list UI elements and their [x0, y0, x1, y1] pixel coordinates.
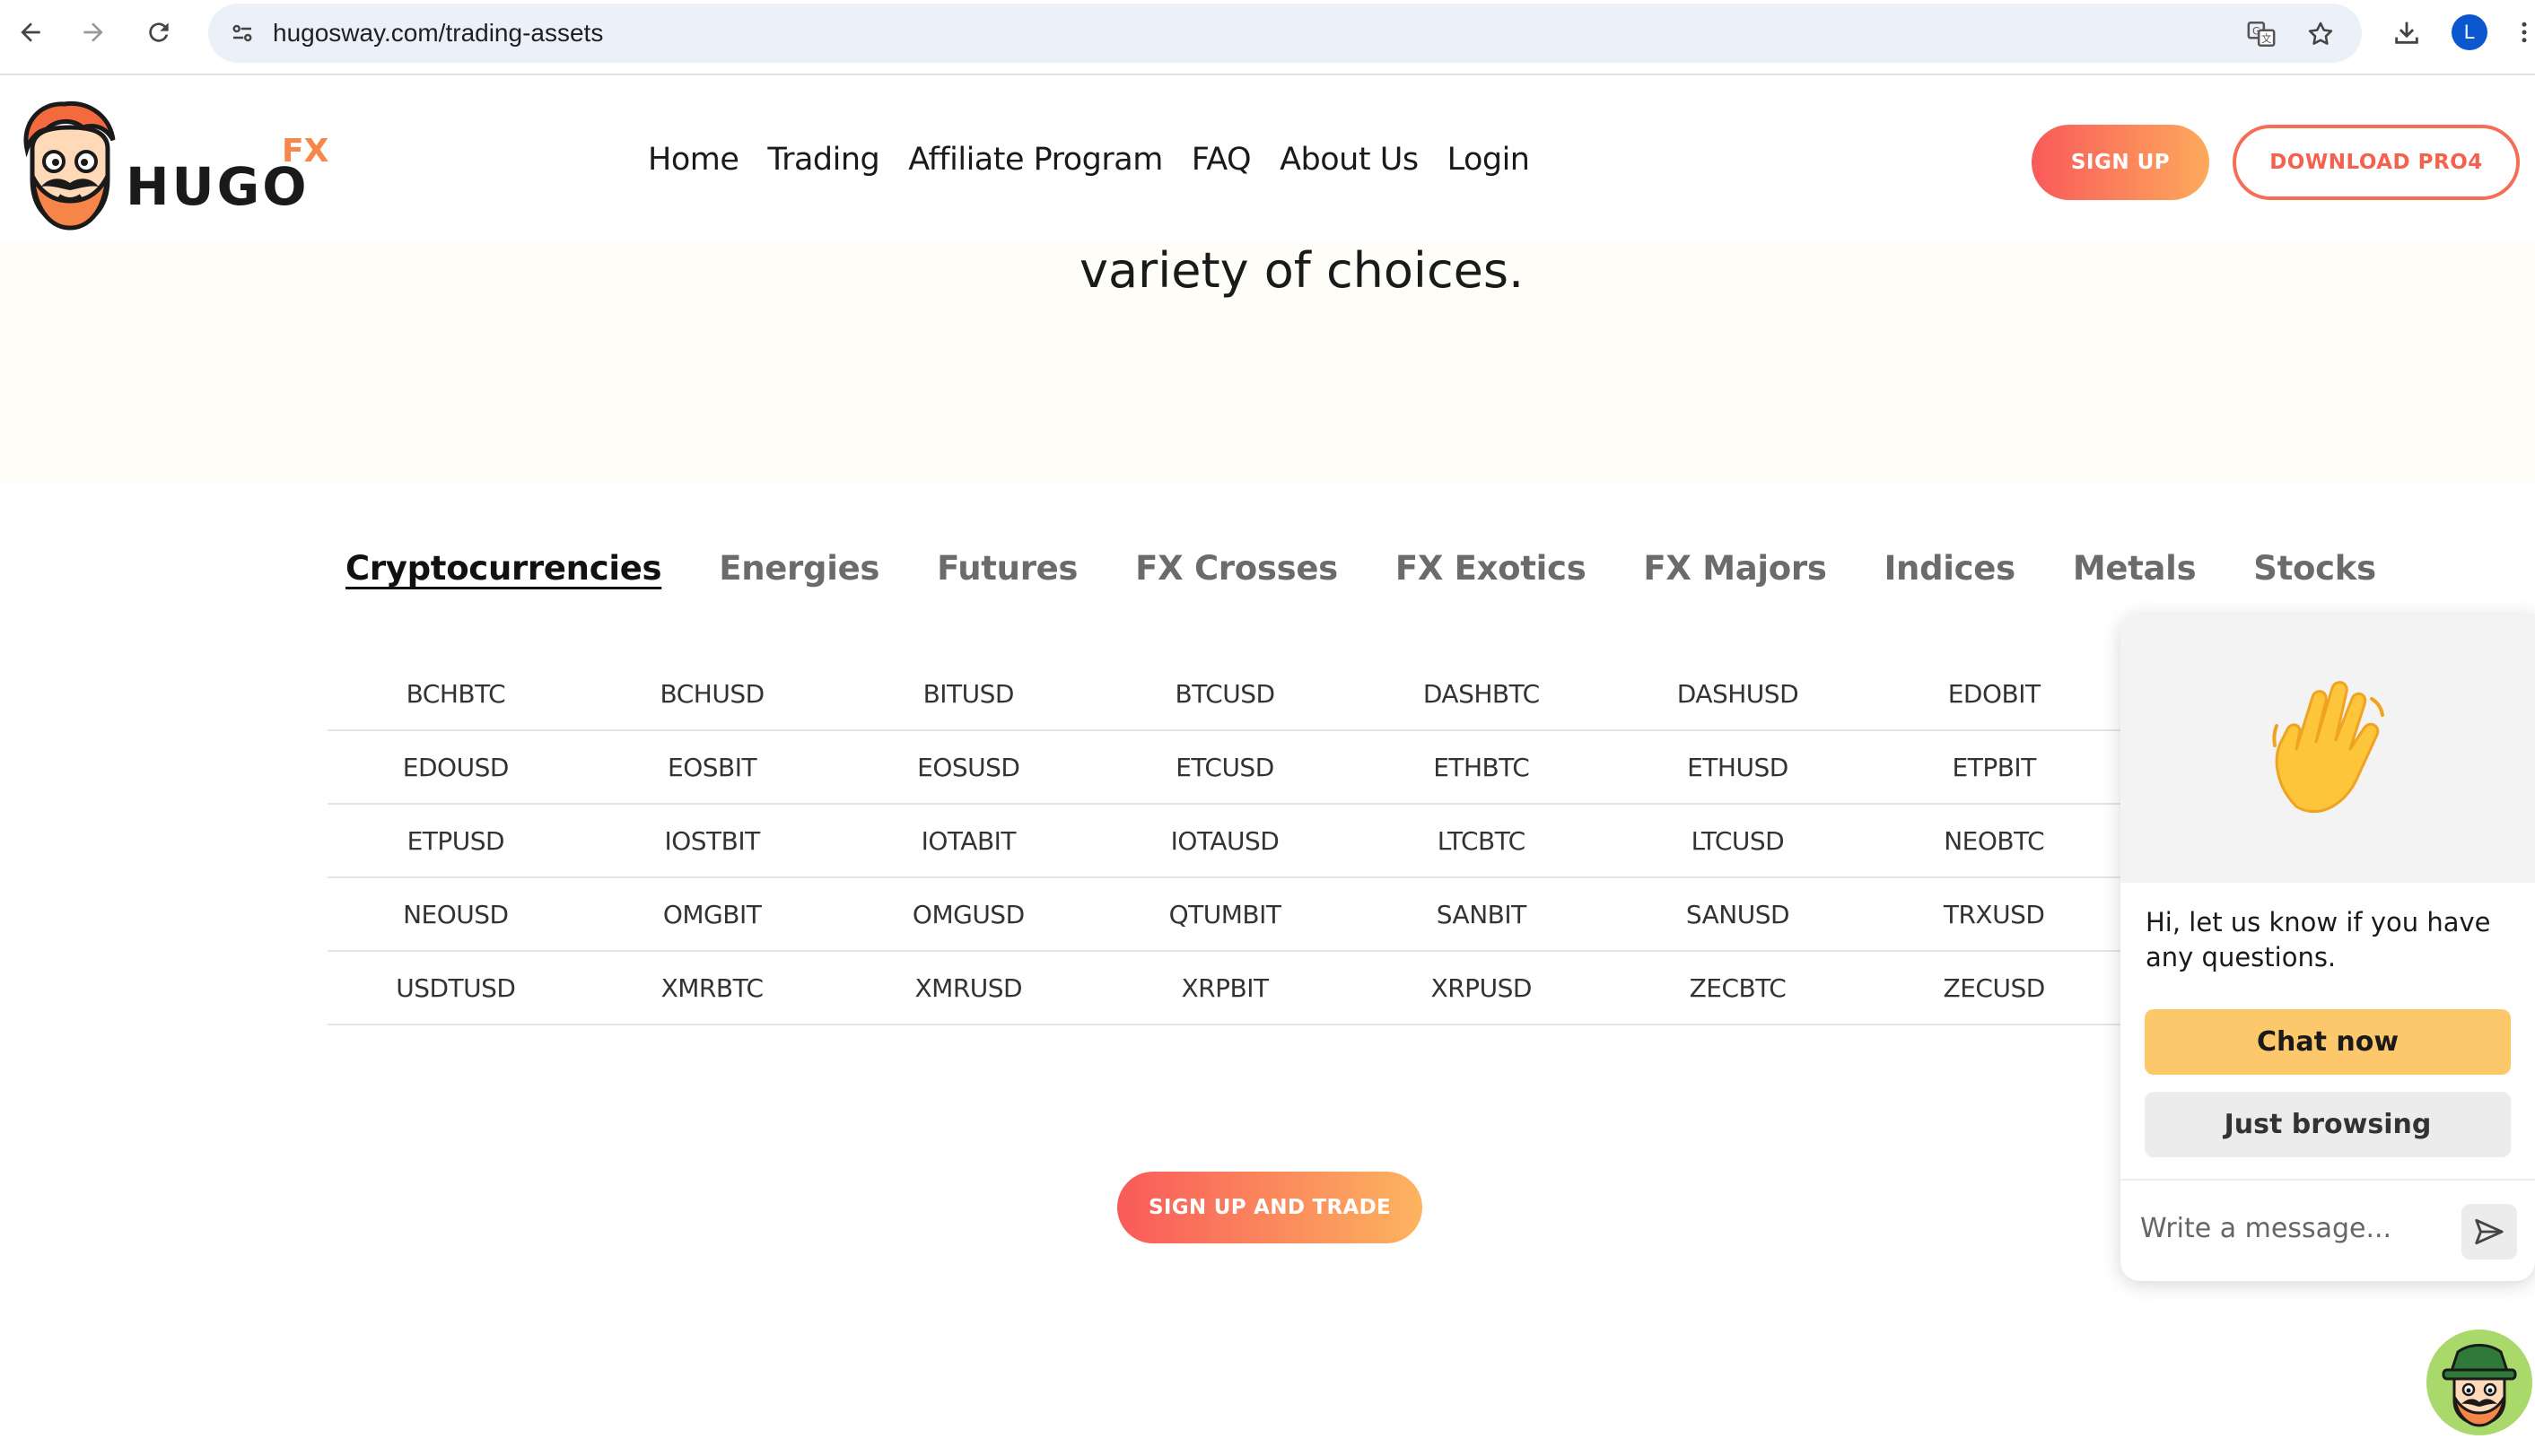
tab-fx-crosses[interactable]: FX Crosses: [1135, 549, 1338, 588]
asset-cell: NEOBTC: [1944, 825, 2045, 856]
tab-futures[interactable]: Futures: [937, 549, 1078, 588]
sign-up-button[interactable]: SIGN UP: [2032, 125, 2209, 200]
asset-cell: BTCUSD: [1175, 678, 1275, 709]
chat-greeting: Hi, let us know if you have any question…: [2146, 907, 2491, 972]
asset-cell: DASHBTC: [1422, 678, 1540, 709]
hugo-mascot-icon: [23, 100, 116, 231]
table-row: BCHBTC BCHUSD BITUSD BTCUSD DASHBTC DASH…: [328, 658, 2122, 731]
asset-cell: IOTAUSD: [1170, 825, 1280, 856]
asset-cell: ETPUSD: [406, 825, 505, 856]
asset-cell: EOSUSD: [917, 752, 1020, 782]
forward-icon[interactable]: [74, 13, 113, 52]
tab-energies[interactable]: Energies: [719, 549, 879, 588]
asset-cell: OMGUSD: [912, 899, 1025, 929]
tab-metals[interactable]: Metals: [2073, 549, 2197, 588]
asset-cell: ETCUSD: [1176, 752, 1274, 782]
profile-avatar[interactable]: L: [2450, 13, 2489, 52]
table-row: ETPUSD IOSTBIT IOTABIT IOTAUSD LTCBTC LT…: [328, 805, 2122, 878]
asset-cell: ETPBIT: [1952, 752, 2037, 782]
download-pro4-button[interactable]: DOWNLOAD PRO4: [2233, 125, 2520, 200]
chat-message-input[interactable]: [2140, 1206, 2445, 1251]
tab-indices[interactable]: Indices: [1884, 549, 2016, 588]
asset-cell: ETHBTC: [1433, 752, 1530, 782]
chat-hero: [2120, 614, 2535, 883]
asset-cell: IOSTBIT: [664, 825, 760, 856]
browser-toolbar: hugosway.com/trading-assets G文 L: [0, 0, 2535, 75]
nav-faq[interactable]: FAQ: [1192, 142, 1252, 178]
table-row: NEOUSD OMGBIT OMGUSD QTUMBIT SANBIT SANU…: [328, 878, 2122, 952]
translate-icon[interactable]: G文: [2243, 16, 2279, 52]
asset-cell: NEOUSD: [403, 899, 509, 929]
sign-up-and-trade-button[interactable]: SIGN UP AND TRADE: [1117, 1172, 1422, 1243]
asset-category-tabs: Cryptocurrencies Energies Futures FX Cro…: [345, 549, 2376, 588]
chat-launcher-avatar[interactable]: [2426, 1330, 2532, 1435]
tab-stocks[interactable]: Stocks: [2253, 549, 2376, 588]
just-browsing-button[interactable]: Just browsing: [2145, 1092, 2511, 1157]
hero-text: variety of choices.: [1080, 242, 1525, 299]
asset-table: BCHBTC BCHUSD BITUSD BTCUSD DASHBTC DASH…: [328, 658, 2122, 1025]
asset-cell: BITUSD: [922, 678, 1015, 709]
asset-cell: EDOBIT: [1947, 678, 2041, 709]
asset-cell: XMRUSD: [914, 972, 1023, 1003]
site-info-icon[interactable]: [224, 15, 260, 51]
asset-cell: EOSBIT: [668, 752, 757, 782]
nav-login[interactable]: Login: [1447, 142, 1530, 178]
nav-about-us[interactable]: About Us: [1280, 142, 1419, 178]
send-icon[interactable]: [2461, 1204, 2517, 1260]
asset-cell: XRPUSD: [1430, 972, 1533, 1003]
chat-widget: Hi, let us know if you have any question…: [2120, 614, 2535, 1281]
asset-cell: EDOUSD: [402, 752, 510, 782]
nav-trading[interactable]: Trading: [767, 142, 879, 178]
asset-cell: TRXUSD: [1943, 899, 2045, 929]
asset-cell: XRPBIT: [1181, 972, 1269, 1003]
nav-home[interactable]: Home: [648, 142, 739, 178]
tab-cryptocurrencies[interactable]: Cryptocurrencies: [345, 549, 662, 588]
asset-cell: SANBIT: [1436, 899, 1526, 929]
hugo-hat-mascot-icon: [2442, 1344, 2517, 1427]
main-nav: Home Trading Affiliate Program FAQ About…: [648, 142, 1530, 178]
asset-cell: BCHUSD: [660, 678, 765, 709]
chat-divider: [2120, 1179, 2535, 1181]
site-header: HUGO FX Home Trading Affiliate Program F…: [0, 77, 2535, 242]
logo-suffix: FX: [282, 133, 329, 170]
bookmark-star-icon[interactable]: [2303, 16, 2338, 52]
asset-cell: ETHUSD: [1687, 752, 1788, 782]
asset-cell: QTUMBIT: [1168, 899, 1281, 929]
logo[interactable]: HUGO FX: [20, 97, 334, 231]
asset-cell: OMGBIT: [662, 899, 762, 929]
back-icon[interactable]: [11, 13, 50, 52]
asset-cell: XMRBTC: [660, 972, 765, 1003]
tab-fx-majors[interactable]: FX Majors: [1643, 549, 1826, 588]
nav-affiliate-program[interactable]: Affiliate Program: [908, 142, 1163, 178]
asset-cell: LTCUSD: [1691, 825, 1785, 856]
menu-icon[interactable]: [2513, 13, 2535, 52]
asset-cell: IOTABIT: [921, 825, 1017, 856]
waving-hand-icon: [2272, 681, 2384, 814]
address-bar[interactable]: hugosway.com/trading-assets G文: [208, 4, 2362, 63]
asset-cell: DASHUSD: [1676, 678, 1799, 709]
table-row: USDTUSD XMRBTC XMRUSD XRPBIT XRPUSD ZECB…: [328, 952, 2122, 1025]
url-text[interactable]: hugosway.com/trading-assets: [273, 19, 603, 48]
asset-cell: BCHBTC: [406, 678, 506, 709]
profile-initial: L: [2452, 14, 2487, 50]
reload-icon[interactable]: [139, 13, 179, 52]
asset-cell: ZECBTC: [1689, 972, 1787, 1003]
tab-fx-exotics[interactable]: FX Exotics: [1395, 549, 1587, 588]
table-row: EDOUSD EOSBIT EOSUSD ETCUSD ETHBTC ETHUS…: [328, 731, 2122, 805]
asset-cell: SANUSD: [1685, 899, 1790, 929]
download-icon[interactable]: [2387, 13, 2426, 52]
asset-cell: ZECUSD: [1943, 972, 2046, 1003]
asset-cell: USDTUSD: [396, 972, 516, 1003]
asset-cell: LTCBTC: [1437, 825, 1525, 856]
chat-now-button[interactable]: Chat now: [2145, 1009, 2511, 1075]
svg-text:文: 文: [2261, 32, 2271, 45]
